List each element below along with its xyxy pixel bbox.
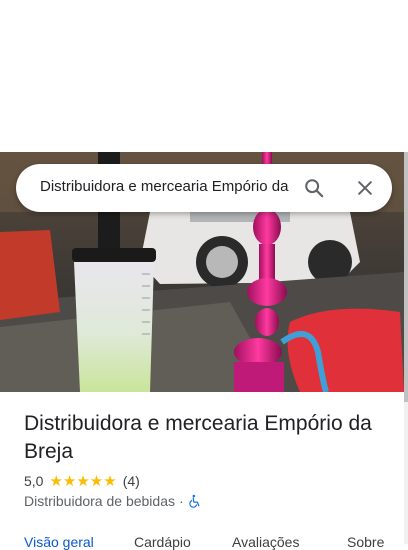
tab-about[interactable]: Sobre: [347, 534, 384, 550]
category-row: Distribuidora de bebidas ·: [24, 493, 202, 509]
wheelchair-icon[interactable]: [188, 494, 202, 508]
tab-overview[interactable]: Visão geral: [24, 534, 94, 550]
review-count[interactable]: (4): [123, 473, 140, 489]
tab-menu[interactable]: Cardápio: [134, 534, 191, 550]
scrollbar-thumb[interactable]: [404, 152, 408, 402]
search-button[interactable]: [298, 172, 330, 204]
close-button[interactable]: [349, 172, 381, 204]
rating-row[interactable]: 5,0 ★★★★★ (4): [24, 472, 140, 490]
place-title: Distribuidora e mercearia Empório da Bre…: [24, 412, 372, 463]
search-bar[interactable]: Distribuidora e mercearia Empório da Bre…: [16, 164, 392, 212]
star-rating: ★★★★★: [49, 473, 117, 490]
rating-value: 5,0: [24, 473, 44, 489]
separator: ·: [178, 493, 184, 509]
search-icon: [305, 179, 324, 198]
close-icon: [358, 181, 372, 195]
tab-reviews[interactable]: Avaliações: [232, 534, 299, 550]
search-input[interactable]: Distribuidora e mercearia Empório da Bre…: [40, 178, 292, 195]
place-category[interactable]: Distribuidora de bebidas: [24, 493, 175, 509]
